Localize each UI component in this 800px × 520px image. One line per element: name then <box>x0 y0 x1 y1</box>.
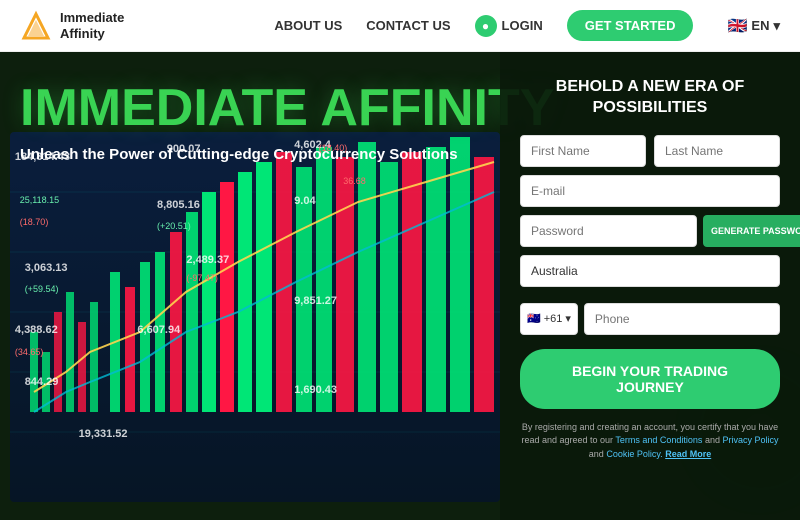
flag-icon: 🇬🇧 <box>727 16 747 36</box>
phone-code-selector[interactable]: 🇦🇺 +61 ▾ <box>520 303 578 335</box>
header: Immediate Affinity ABOUT US CONTACT US ●… <box>0 0 800 52</box>
name-row <box>520 135 780 167</box>
phone-input[interactable] <box>584 303 780 335</box>
form-title: BEHOLD A NEW ERA OF POSSIBILITIES <box>520 77 780 119</box>
email-row <box>520 175 780 207</box>
language-selector[interactable]: 🇬🇧 EN ▾ <box>727 16 780 36</box>
read-more-link[interactable]: Read More <box>665 449 711 459</box>
logo-icon <box>20 10 52 42</box>
get-started-button[interactable]: GET STARTED <box>567 10 694 41</box>
phone-row: 🇦🇺 +61 ▾ <box>520 303 780 335</box>
password-input[interactable] <box>520 215 697 247</box>
cookie-link[interactable]: Cookie Policy. <box>606 449 662 459</box>
country-input[interactable] <box>520 255 780 287</box>
last-name-input[interactable] <box>654 135 780 167</box>
first-name-input[interactable] <box>520 135 646 167</box>
main-nav: ABOUT US CONTACT US ● LOGIN GET STARTED … <box>274 10 780 41</box>
begin-trading-button[interactable]: BEGIN YOUR TRADING JOURNEY <box>520 349 780 409</box>
terms-link[interactable]: Terms and Conditions <box>615 435 702 445</box>
nav-about[interactable]: ABOUT US <box>274 18 342 33</box>
generate-passwords-button[interactable]: GENERATE PASSWORDS <box>703 215 800 247</box>
logo-text: Immediate Affinity <box>60 10 124 41</box>
privacy-link[interactable]: Privacy Policy <box>723 435 779 445</box>
chevron-down-icon: ▾ <box>565 312 571 325</box>
registration-form-panel: BEHOLD A NEW ERA OF POSSIBILITIES GENERA… <box>500 52 800 520</box>
country-row <box>520 255 780 295</box>
chevron-down-icon: ▾ <box>773 18 780 34</box>
login-button[interactable]: ● LOGIN <box>475 15 543 37</box>
australia-flag: 🇦🇺 <box>527 312 541 325</box>
password-row: GENERATE PASSWORDS <box>520 215 780 247</box>
user-icon: ● <box>475 15 497 37</box>
disclaimer-text: By registering and creating an account, … <box>520 421 780 462</box>
hero-section: 184,314.43 900.07 4,602.4 (18.40) 25,118… <box>0 52 800 520</box>
email-input[interactable] <box>520 175 780 207</box>
logo-area: Immediate Affinity <box>20 10 124 42</box>
nav-contact[interactable]: CONTACT US <box>366 18 450 33</box>
